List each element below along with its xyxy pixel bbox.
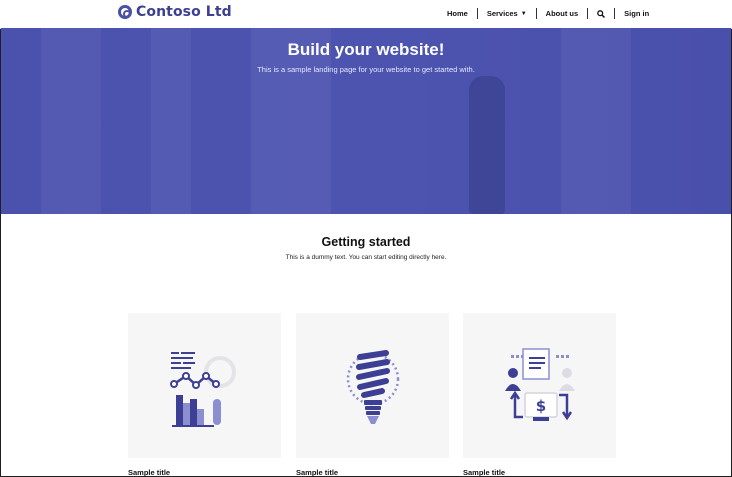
nav-item-about[interactable]: About us	[537, 9, 588, 18]
card-title: Sample title	[128, 468, 171, 477]
svg-text:$: $	[536, 397, 546, 415]
brand-name: Contoso Ltd	[136, 4, 232, 20]
feature-card: $	[463, 313, 616, 458]
money-exchange-icon: $	[505, 348, 575, 421]
nav-item-label: Services	[486, 9, 518, 18]
search-icon	[597, 9, 606, 18]
logo-mark-icon	[118, 5, 132, 19]
analytics-chart-icon	[170, 352, 236, 427]
hero-subtitle: This is a sample landing page for your w…	[257, 65, 475, 74]
hero-banner: Build your website! This is a sample lan…	[1, 28, 731, 214]
sign-in-link[interactable]: Sign in	[615, 9, 658, 18]
hero-title: Build your website!	[287, 40, 445, 59]
feature-card	[296, 313, 449, 458]
card-title: Sample title	[463, 468, 506, 477]
hero-person-image	[469, 76, 505, 214]
main-nav: Home Services ▼ About us Sign in	[438, 8, 658, 19]
search-button[interactable]	[588, 9, 614, 18]
site-logo[interactable]: Contoso Ltd	[118, 4, 232, 20]
section-title: Getting started	[321, 235, 411, 249]
nav-item-services[interactable]: Services ▼	[478, 9, 536, 18]
lightbulb-icon	[346, 350, 400, 424]
chevron-down-icon: ▼	[520, 10, 527, 17]
site-header: Contoso Ltd Home Services ▼ About us Sig…	[0, 0, 732, 29]
section-text: This is a dummy text. You can start edit…	[285, 254, 447, 261]
card-title: Sample title	[296, 468, 339, 477]
nav-item-home[interactable]: Home	[438, 9, 477, 18]
feature-card	[128, 313, 281, 458]
